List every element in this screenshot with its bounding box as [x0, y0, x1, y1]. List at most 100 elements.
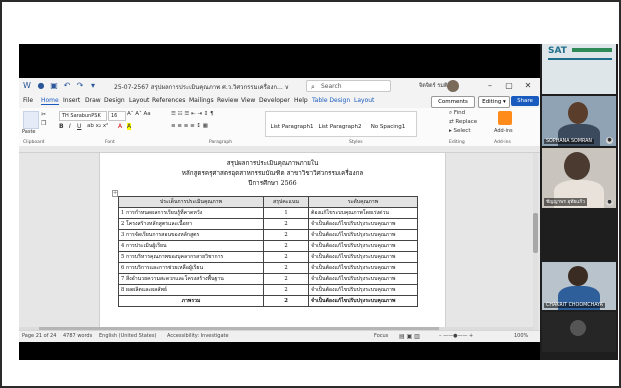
align-icons[interactable]: ≡ ≡ ≡ ≡ ↕ ▦	[171, 123, 208, 129]
comments-button[interactable]: Comments	[431, 96, 475, 108]
table-cell[interactable]: 2	[263, 240, 309, 252]
paste-label[interactable]: Paste	[22, 129, 36, 135]
logo-stripe	[548, 58, 612, 60]
tab-table-design[interactable]: Table Design	[312, 97, 350, 104]
tab-view[interactable]: View	[241, 97, 255, 104]
mic-icon[interactable]: ●	[606, 137, 613, 144]
table-cell[interactable]: 3 การจัดเรียนการสอนของหลักสูตร	[118, 229, 264, 241]
participant-tile[interactable]: CHAKRIT CHOOMCHAYA	[542, 262, 616, 310]
document-page[interactable]: สรุปผลการประเมินคุณภาพภายใน หลักสูตรครุศ…	[99, 153, 446, 331]
table-cell[interactable]: 4 การประเมินผู้เรียน	[118, 240, 264, 252]
table-cell[interactable]: จำเป็นต้องแก้ไขปรับปรุงระบบคุณภาพ	[308, 295, 418, 307]
page-count[interactable]: Page 21 of 24	[22, 333, 56, 339]
autosave-icon[interactable]: ●	[36, 81, 46, 91]
tab-help[interactable]: Help	[294, 97, 308, 104]
grow-shrink-font-icon[interactable]: A˄ A˅ Aa	[127, 111, 151, 117]
tab-developer[interactable]: Developer	[259, 97, 290, 104]
minimize-button[interactable]: –	[483, 80, 497, 92]
table-row: 6 การบริการและการช่วยเหลือผู้เรียน 2 จำเ…	[118, 262, 418, 274]
tab-home[interactable]: Home	[41, 97, 59, 105]
style-list-paragraph2[interactable]: List Paragraph2	[318, 116, 362, 138]
bold-icon[interactable]: B	[59, 123, 64, 130]
table-cell[interactable]: ภาพรวม	[118, 295, 264, 307]
cut-icon[interactable]: ✂	[41, 111, 46, 118]
italic-icon[interactable]: I	[69, 123, 71, 130]
view-mode-icons[interactable]: ▤ ▣ ▥	[399, 333, 420, 340]
table-cell[interactable]: 2	[263, 262, 309, 274]
document-name[interactable]: 25-07-2567 สรุปผลการประเมินคุณภาพ ศ.ว.วิ…	[114, 82, 289, 92]
style-no-spacing1[interactable]: No Spacing1	[366, 116, 410, 138]
customize-toolbar-icon[interactable]: ▾	[88, 81, 98, 91]
save-icon[interactable]: ▣	[49, 81, 59, 91]
addins-label[interactable]: Add-ins	[494, 128, 513, 134]
participant-tile[interactable]: SOPHANA SOMRAN ●	[542, 96, 616, 146]
table-cell[interactable]: 2 โครงสร้างหลักสูตรและเนื้อหา	[118, 218, 264, 230]
undo-icon[interactable]: ↶	[62, 81, 72, 91]
document-area: สรุปผลการประเมินคุณภาพภายใน หลักสูตรครุศ…	[19, 153, 540, 331]
table-cell[interactable]: 5 การบริหารคุณภาพของบุคลากรสายวิชาการ	[118, 251, 264, 263]
redo-icon[interactable]: ↷	[75, 81, 85, 91]
table-cell[interactable]: จำเป็นต้องแก้ไขปรับปรุงระบบคุณภาพ	[308, 240, 418, 252]
table-cell[interactable]: 2	[263, 251, 309, 263]
zoom-slider-icon[interactable]: – ——●—— +	[439, 333, 473, 339]
underline-icon[interactable]: U	[77, 123, 81, 130]
table-cell[interactable]: 2	[263, 273, 309, 285]
find-button[interactable]: ⌕ Find	[449, 110, 465, 117]
tab-design[interactable]: Design	[104, 97, 125, 104]
table-cell[interactable]: จำเป็นต้องแก้ไขปรับปรุงระบบคุณภาพ	[308, 251, 418, 263]
table-cell[interactable]: จำเป็นต้องแก้ไขปรับปรุงระบบคุณภาพ	[308, 218, 418, 230]
style-list-paragraph1[interactable]: List Paragraph1	[270, 116, 314, 138]
tab-insert[interactable]: Insert	[63, 97, 80, 104]
horizontal-ruler[interactable]	[19, 146, 540, 153]
tab-review[interactable]: Review	[217, 97, 238, 104]
tab-table-layout[interactable]: Layout	[354, 97, 374, 104]
language-status[interactable]: English (United States)	[99, 333, 156, 339]
table-cell[interactable]: 1 การกำหนดผลการเรียนรู้ที่คาดหวัง	[118, 207, 264, 219]
tab-layout[interactable]: Layout	[129, 97, 149, 104]
table-cell[interactable]: 2	[263, 295, 309, 307]
table-cell[interactable]: 7 สิ่งอำนวยความสะดวกและโครงสร้างพื้นฐาน	[118, 273, 264, 285]
table-cell[interactable]: 2	[263, 218, 309, 230]
table-cell[interactable]: จำเป็นต้องแก้ไขปรับปรุงระบบคุณภาพ	[308, 262, 418, 274]
vertical-scrollbar[interactable]	[533, 153, 538, 331]
editing-mode-button[interactable]: Editing ▾	[478, 96, 510, 108]
tab-mailings[interactable]: Mailings	[189, 97, 214, 104]
accessibility-status[interactable]: Accessibility: Investigate	[167, 333, 229, 339]
table-cell[interactable]: 2	[263, 284, 309, 296]
table-cell[interactable]: ต้องแก้ไขระบบคุณภาพโดยเร่งด่วน	[308, 207, 418, 219]
replace-button[interactable]: ⇄ Replace	[449, 119, 477, 125]
close-button[interactable]: ✕	[521, 80, 535, 92]
participant-tile[interactable]	[542, 312, 616, 352]
focus-button[interactable]: Focus	[374, 333, 388, 339]
vertical-scroll-thumb[interactable]	[533, 213, 538, 253]
highlight-icon[interactable]: A	[127, 123, 132, 130]
select-button[interactable]: ▸ Select	[449, 128, 470, 134]
word-count[interactable]: 4787 words	[63, 333, 92, 339]
mic-icon[interactable]: ●	[606, 199, 613, 206]
table-cell[interactable]: 2	[263, 229, 309, 241]
addins-icon[interactable]	[498, 111, 512, 125]
tab-file[interactable]: File	[23, 97, 33, 104]
font-size-select[interactable]: 16	[108, 111, 126, 121]
table-cell[interactable]: 8 ผลผลิตและผลลัพธ์	[118, 284, 264, 296]
table-cell[interactable]: จำเป็นต้องแก้ไขปรับปรุงระบบคุณภาพ	[308, 229, 418, 241]
zoom-level[interactable]: 100%	[514, 333, 528, 339]
search-box[interactable]: ⌕ Search	[306, 80, 391, 92]
table-cell[interactable]: 1	[263, 207, 309, 219]
share-button[interactable]: Share	[511, 96, 539, 106]
table-cell[interactable]: จำเป็นต้องแก้ไขปรับปรุงระบบคุณภาพ	[308, 284, 418, 296]
tab-references[interactable]: References	[152, 97, 185, 104]
user-avatar[interactable]	[447, 80, 459, 92]
copy-icon[interactable]: ❐	[41, 120, 46, 127]
paste-icon[interactable]	[23, 111, 39, 129]
table-cell[interactable]: 6 การบริการและการช่วยเหลือผู้เรียน	[118, 262, 264, 274]
font-name-select[interactable]: TH SarabunPSK	[59, 111, 107, 121]
tab-draw[interactable]: Draw	[85, 97, 101, 104]
font-color-icon[interactable]: A	[118, 123, 122, 130]
participant-tile[interactable]: ชัญญาพร อุทัยแก้ว ●	[542, 148, 616, 208]
table-cell[interactable]: จำเป็นต้องแก้ไขปรับปรุงระบบคุณภาพ	[308, 273, 418, 285]
strike-sub-sup-icon[interactable]: ab x₂ x²	[87, 123, 108, 129]
participant-tile-logo[interactable]: SAT	[542, 44, 616, 94]
restore-button[interactable]: ▢	[502, 80, 516, 92]
list-icons[interactable]: ☰ ☷ ☰ ⇤ ⇥ ↕ ¶	[171, 111, 214, 117]
